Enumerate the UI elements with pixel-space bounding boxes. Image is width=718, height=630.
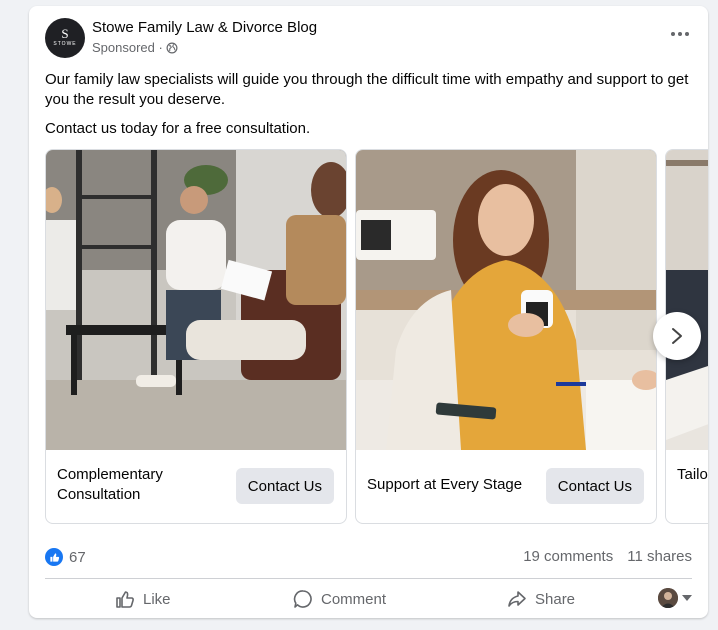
more-options-icon[interactable] [668, 24, 692, 44]
like-reaction-icon [45, 548, 63, 566]
avatar-letter: S [61, 26, 69, 41]
carousel-card-title: Support at Every Stage [367, 476, 523, 493]
page-avatar[interactable]: S STOWE [45, 18, 85, 58]
actions-divider [45, 578, 692, 579]
carousel-card-footer: Complementary Consultation Contact Us [46, 451, 346, 523]
sponsored-post: S STOWE Stowe Family Law & Divorce Blog … [29, 6, 708, 618]
post-meta: Sponsored · [92, 40, 178, 55]
user-avatar [658, 588, 678, 608]
carousel-image-support[interactable] [356, 150, 656, 450]
carousel-card[interactable]: Support at Every Stage Contact Us [355, 149, 657, 524]
like-button[interactable]: Like [115, 584, 171, 614]
reactions-count: 67 [69, 548, 86, 566]
shares-count-link[interactable]: 11 shares [627, 548, 692, 565]
comment-label: Comment [321, 590, 387, 608]
carousel-card-title: Tailored Guidance [677, 466, 708, 483]
ad-carousel: Complementary Consultation Contact Us Su… [45, 149, 708, 524]
sponsored-label[interactable]: Sponsored · [92, 40, 163, 55]
chevron-right-icon [672, 328, 682, 344]
comments-count-link[interactable]: 19 comments [523, 548, 613, 565]
contact-us-button[interactable]: Contact Us [235, 468, 334, 504]
share-arrow-icon [508, 591, 526, 607]
post-body: Our family law specialists will guide yo… [45, 70, 695, 148]
share-button[interactable]: Share [507, 584, 575, 614]
carousel-image-consultation[interactable] [46, 150, 346, 450]
carousel-next-button[interactable] [653, 312, 701, 360]
page-name-link[interactable]: Stowe Family Law & Divorce Blog [92, 19, 317, 36]
comment-bubble-icon [293, 590, 312, 608]
post-body-paragraph: Contact us today for a free consultation… [45, 120, 311, 137]
carousel-card-footer: Tailored Guidance [666, 451, 708, 523]
thumbs-up-icon [116, 591, 134, 608]
post-actions: Like Comment Share [45, 584, 692, 614]
post-header: S STOWE Stowe Family Law & Divorce Blog … [45, 18, 692, 60]
caret-down-icon [682, 595, 692, 601]
profile-selector[interactable] [658, 588, 692, 608]
carousel-card-footer: Support at Every Stage Contact Us [356, 451, 656, 523]
share-label: Share [535, 590, 576, 608]
engagement-stats: 19 comments 11 shares [523, 548, 692, 565]
post-body-paragraph: Our family law specialists will guide yo… [45, 71, 689, 108]
reactions-summary[interactable]: 67 [45, 546, 86, 568]
carousel-image-guidance[interactable] [666, 150, 708, 450]
contact-us-button[interactable]: Contact Us [545, 468, 644, 504]
avatar-wordmark: STOWE [53, 41, 77, 47]
like-label: Like [143, 590, 171, 608]
carousel-card-title: Complementary Consultation [57, 466, 163, 503]
globe-icon [166, 42, 178, 53]
comment-button[interactable]: Comment [293, 584, 386, 614]
carousel-card[interactable]: Complementary Consultation Contact Us [45, 149, 347, 524]
